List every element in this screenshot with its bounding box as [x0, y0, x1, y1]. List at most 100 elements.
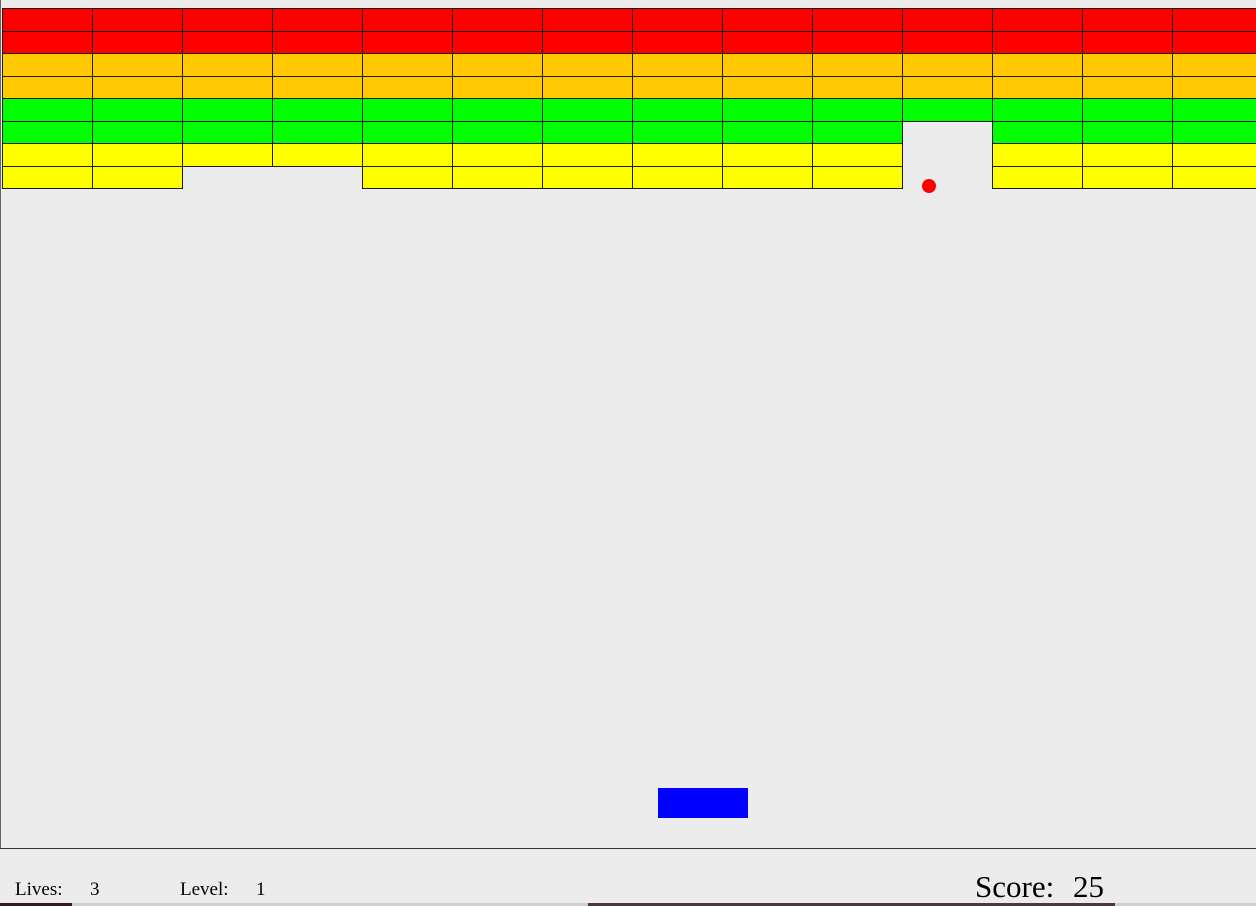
brick [902, 75, 993, 99]
brick [1172, 120, 1256, 144]
brick [92, 75, 183, 99]
brick [1172, 8, 1256, 32]
game-window[interactable]: Lives: 3 Level: 1 Score: 25 [0, 0, 1256, 906]
brick [992, 75, 1083, 99]
brick [182, 98, 273, 122]
brick [902, 98, 993, 122]
brick [632, 143, 723, 167]
brick [632, 165, 723, 189]
brick [542, 98, 633, 122]
brick [92, 120, 183, 144]
brick [542, 120, 633, 144]
brick [632, 8, 723, 32]
brick [722, 165, 813, 189]
brick [992, 8, 1083, 32]
brick [722, 120, 813, 144]
brick [722, 143, 813, 167]
brick [2, 98, 93, 122]
brick [2, 53, 93, 77]
paddle[interactable] [658, 788, 748, 818]
brick [1082, 143, 1173, 167]
brick [812, 8, 903, 32]
brick [452, 165, 543, 189]
brick [92, 53, 183, 77]
brick [632, 98, 723, 122]
brick [992, 53, 1083, 77]
brick [272, 120, 363, 144]
brick [992, 98, 1083, 122]
brick [2, 143, 93, 167]
brick [362, 165, 453, 189]
brick [272, 98, 363, 122]
status-bar: Lives: 3 Level: 1 Score: 25 [0, 849, 1256, 906]
lives-value: 3 [90, 879, 100, 900]
brick [452, 30, 543, 54]
brick [362, 30, 453, 54]
brick [1082, 53, 1173, 77]
playfield[interactable] [0, 0, 1256, 848]
score-value: 25 [1073, 869, 1104, 904]
brick [2, 75, 93, 99]
brick [182, 120, 273, 144]
brick [632, 120, 723, 144]
brick [1172, 98, 1256, 122]
brick [92, 30, 183, 54]
brick [992, 30, 1083, 54]
brick [902, 53, 993, 77]
brick [92, 143, 183, 167]
brick [1172, 165, 1256, 189]
brick [632, 30, 723, 54]
brick [92, 8, 183, 32]
brick [92, 98, 183, 122]
brick [902, 8, 993, 32]
brick [182, 30, 273, 54]
brick [182, 53, 273, 77]
top-edge [1, 0, 1256, 8]
brick [722, 75, 813, 99]
lives-label: Lives: [15, 879, 63, 900]
brick [362, 8, 453, 32]
brick [272, 53, 363, 77]
brick [362, 75, 453, 99]
brick [1082, 75, 1173, 99]
brick [542, 53, 633, 77]
brick [1082, 98, 1173, 122]
brick [2, 165, 93, 189]
brick [992, 120, 1083, 144]
brick [1172, 30, 1256, 54]
brick [452, 75, 543, 99]
brick [632, 75, 723, 99]
ball [922, 179, 936, 193]
brick [542, 165, 633, 189]
brick [722, 30, 813, 54]
brick [362, 120, 453, 144]
brick [452, 98, 543, 122]
brick [812, 98, 903, 122]
brick [182, 143, 273, 167]
brick [542, 8, 633, 32]
brick [1082, 30, 1173, 54]
brick [2, 8, 93, 32]
brick [362, 98, 453, 122]
brick [452, 120, 543, 144]
brick [452, 8, 543, 32]
brick [1082, 120, 1173, 144]
brick [992, 143, 1083, 167]
brick [452, 53, 543, 77]
brick [1082, 8, 1173, 32]
brick [812, 165, 903, 189]
brick [722, 53, 813, 77]
brick [92, 165, 183, 189]
brick [722, 8, 813, 32]
brick [542, 75, 633, 99]
brick [182, 75, 273, 99]
brick [812, 143, 903, 167]
brick [272, 8, 363, 32]
brick [362, 143, 453, 167]
brick [272, 143, 363, 167]
brick [812, 30, 903, 54]
brick [272, 75, 363, 99]
brick [1082, 165, 1173, 189]
brick [1172, 143, 1256, 167]
level-value: 1 [256, 879, 266, 900]
